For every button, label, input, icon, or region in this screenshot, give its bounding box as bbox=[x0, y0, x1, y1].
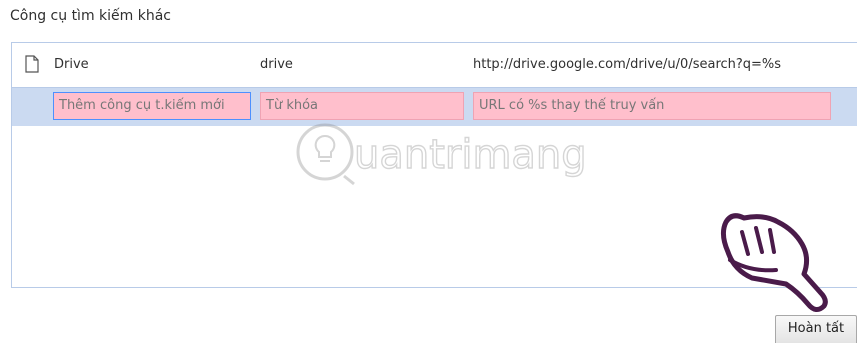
watermark-text: uantrimang bbox=[354, 132, 587, 178]
engine-url: http://drive.google.com/drive/u/0/search… bbox=[473, 57, 782, 72]
lightbulb-logo-icon bbox=[296, 123, 355, 186]
engine-name: Drive bbox=[54, 57, 89, 72]
engine-keyword: drive bbox=[260, 57, 293, 72]
watermark-logo: uantrimang bbox=[296, 123, 587, 186]
done-button[interactable]: Hoàn tất bbox=[775, 315, 857, 343]
pointing-hand-icon bbox=[720, 213, 828, 312]
new-engine-keyword-input[interactable]: Từ khóa bbox=[260, 92, 464, 120]
engine-row-drive[interactable]: Drive drive http://drive.google.com/driv… bbox=[12, 43, 857, 87]
section-title: Công cụ tìm kiếm khác bbox=[10, 8, 171, 24]
new-engine-url-input[interactable]: URL có %s thay thế truy vấn bbox=[473, 92, 831, 120]
page-icon bbox=[25, 55, 39, 73]
new-engine-name-input[interactable]: Thêm công cụ t.kiếm mới bbox=[53, 92, 251, 120]
